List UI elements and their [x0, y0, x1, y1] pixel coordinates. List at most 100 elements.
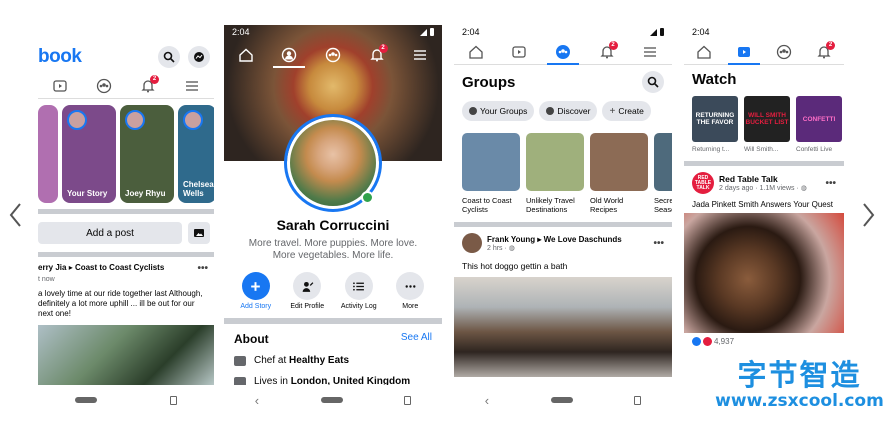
tab-profile[interactable]	[273, 43, 306, 68]
signal-icon	[420, 28, 427, 36]
discover-chip[interactable]: Discover	[539, 101, 598, 121]
back-nav-button[interactable]: ‹	[485, 393, 489, 408]
tab-notifications[interactable]: 2	[812, 40, 836, 64]
plus-icon	[251, 281, 261, 291]
notification-badge: 2	[826, 40, 835, 50]
home-nav-button[interactable]	[550, 397, 573, 403]
post-time: t now	[38, 276, 55, 283]
group-card[interactable]: Unlikely Travel Destinations	[526, 133, 584, 214]
edit-profile-button[interactable]: Edit Profile	[283, 272, 331, 310]
search-button[interactable]	[157, 46, 180, 68]
tab-notifications[interactable]: 2	[595, 40, 619, 64]
group-name: Coast to Coast Cyclists	[462, 196, 512, 214]
post-image[interactable]	[38, 325, 214, 385]
more-options-icon[interactable]: •••	[825, 178, 836, 189]
group-card[interactable]: Old World Recipes	[590, 133, 648, 214]
post-author[interactable]: erry Jia	[38, 263, 66, 272]
create-chip[interactable]: + Create	[602, 101, 651, 121]
group-card[interactable]: Coast to Coast Cyclists	[462, 133, 520, 214]
stories-row: Your Story Joey Rhyu Chelsea Wells	[38, 99, 214, 209]
carousel-prev-button[interactable]	[6, 200, 26, 230]
add-story-button[interactable]: Add Story	[232, 272, 280, 310]
notification-badge: 2	[378, 44, 388, 53]
post-group[interactable]: Coast to Coast Cyclists	[75, 263, 164, 272]
post-time: 2 days ago	[719, 185, 754, 192]
show-card[interactable]: CONFETTI Confetti Live	[796, 96, 842, 153]
about-value[interactable]: Healthy Eats	[289, 355, 349, 366]
tab-watch[interactable]	[507, 40, 531, 64]
tab-home[interactable]	[234, 43, 258, 67]
photo-button[interactable]	[188, 222, 210, 244]
tab-home[interactable]	[464, 40, 488, 64]
post-group[interactable]: We Love Daschunds	[544, 235, 622, 244]
group-card[interactable]: Secre Seaso	[654, 133, 672, 214]
tab-notifications[interactable]: 2	[365, 43, 389, 67]
show-card[interactable]: RETURNING THE FAVOR Returning t...	[692, 96, 738, 153]
about-value[interactable]: London, United Kingdom	[291, 376, 410, 385]
tab-menu[interactable]	[180, 74, 204, 98]
action-label: More	[402, 303, 419, 310]
see-all-link[interactable]: See All	[401, 332, 432, 346]
tab-menu[interactable]	[638, 40, 662, 64]
house-icon	[234, 376, 246, 385]
tab-watch[interactable]	[728, 40, 760, 65]
recents-nav-button[interactable]	[634, 395, 642, 405]
more-icon	[405, 284, 416, 288]
action-label: Add Story	[240, 303, 272, 310]
menu-icon	[644, 46, 657, 57]
reactions-summary[interactable]: 4,937	[684, 333, 844, 350]
video-icon	[738, 46, 750, 57]
avatar	[183, 110, 203, 130]
messenger-icon	[194, 52, 204, 62]
tab-groups[interactable]	[321, 43, 345, 67]
profile-actions: Add Story Edit Profile Activity Log More	[224, 272, 442, 310]
notification-badge: 2	[150, 74, 159, 84]
your-groups-chip[interactable]: Your Groups	[462, 101, 535, 121]
post-text: This hot doggo gettin a bath	[462, 261, 568, 271]
carousel-next-button[interactable]	[858, 200, 878, 230]
tab-watch[interactable]	[48, 74, 72, 98]
video-player[interactable]	[684, 213, 844, 333]
tab-home[interactable]	[692, 40, 716, 64]
story-card[interactable]: Your Story	[62, 105, 116, 203]
tab-groups[interactable]	[92, 74, 116, 98]
activity-log-button[interactable]: Activity Log	[335, 272, 383, 310]
tab-groups[interactable]	[772, 40, 796, 64]
home-nav-button[interactable]	[320, 397, 343, 403]
more-options-icon[interactable]: •••	[197, 263, 208, 274]
tab-notifications[interactable]: 2	[136, 74, 160, 98]
status-time: 2:04	[692, 27, 710, 37]
about-work: Chef at Healthy Eats	[224, 350, 442, 371]
show-card[interactable]: WILL SMITH BUCKET LIST Will Smith...	[744, 96, 790, 153]
story-card[interactable]: Joey Rhyu	[120, 105, 174, 203]
screenshot-watch: 2:04 2 Watch RETURNING THE FAVOR Returnin…	[684, 25, 844, 385]
search-button[interactable]	[642, 71, 664, 93]
tab-bar: 2	[38, 73, 214, 99]
photo-icon	[194, 229, 204, 237]
back-nav-button[interactable]: ‹	[255, 393, 259, 408]
tab-groups[interactable]	[546, 40, 579, 65]
groups-icon	[96, 78, 112, 93]
page-name[interactable]: Red Table Talk	[719, 174, 807, 184]
add-post-button[interactable]: Add a post	[38, 222, 182, 244]
story-card[interactable]	[38, 105, 58, 203]
online-status-indicator	[361, 191, 374, 204]
home-nav-button[interactable]	[74, 397, 97, 403]
story-card[interactable]: Chelsea Wells	[178, 105, 214, 203]
more-options-icon[interactable]: •••	[653, 238, 664, 249]
recents-nav-button[interactable]	[404, 395, 412, 405]
more-button[interactable]: More	[386, 272, 434, 310]
page-logo[interactable]: RED TABLE TALK	[692, 172, 714, 194]
post-author[interactable]: Frank Young	[487, 235, 535, 244]
show-name: Returning t...	[692, 146, 730, 153]
tab-menu[interactable]	[408, 43, 432, 67]
view-count: 1.1M views	[759, 185, 795, 192]
avatar[interactable]	[462, 233, 482, 253]
recents-nav-button[interactable]	[170, 395, 178, 405]
menu-icon	[414, 50, 427, 60]
messenger-button[interactable]	[188, 46, 210, 68]
post-image[interactable]	[454, 277, 672, 377]
post-header: Frank Young ▸ We Love Daschunds 2 hrs · …	[454, 227, 672, 259]
like-reaction-icon	[692, 337, 701, 346]
love-reaction-icon	[703, 337, 712, 346]
